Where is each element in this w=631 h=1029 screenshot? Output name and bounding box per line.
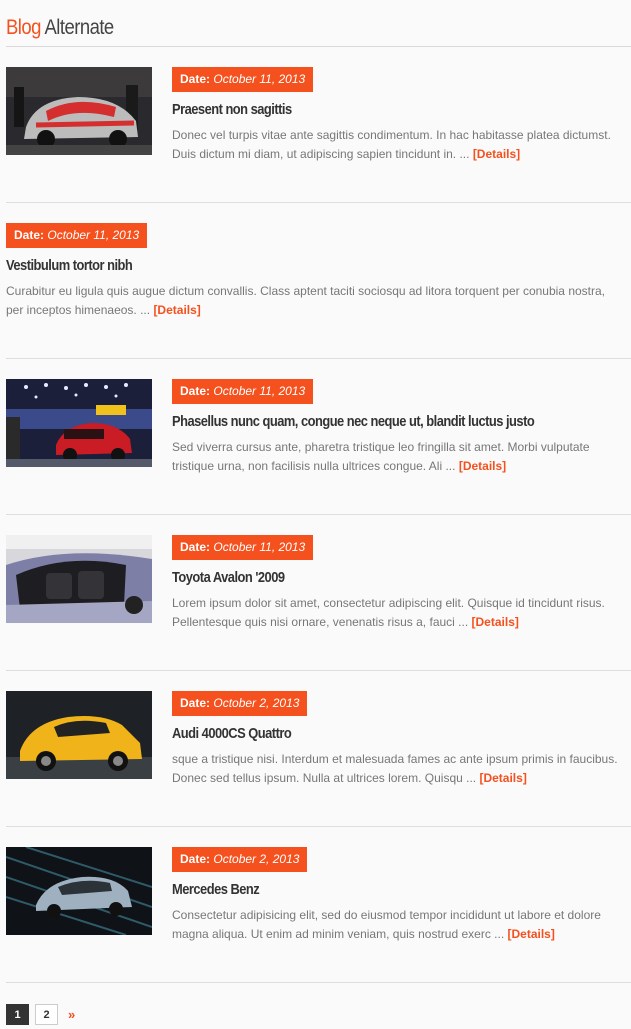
page-title: Blog Alternate — [6, 14, 114, 42]
post-excerpt: Curabitur eu ligula quis augue dictum co… — [6, 282, 625, 320]
blog-post: Date: October 11, 2013 Praesent non sagi… — [6, 67, 631, 203]
blog-post: Date: October 11, 2013 Phasellus nunc qu… — [6, 379, 631, 515]
date-badge: Date: October 11, 2013 — [172, 67, 314, 92]
date-badge: Date: October 2, 2013 — [172, 691, 308, 716]
date-badge: Date: October 11, 2013 — [172, 379, 314, 404]
excerpt-text: Lorem ipsum dolor sit amet, consectetur … — [172, 596, 605, 629]
date-label: Date: — [180, 540, 211, 554]
details-link[interactable]: [Details] — [473, 147, 520, 161]
date-value: October 11, 2013 — [47, 228, 140, 242]
date-value: October 11, 2013 — [213, 384, 306, 398]
post-thumbnail[interactable] — [6, 535, 152, 623]
date-value: October 11, 2013 — [213, 540, 306, 554]
blog-post: Date: October 11, 2013 Toyota Avalon '20… — [6, 535, 631, 671]
post-excerpt: Donec vel turpis vitae ante sagittis con… — [172, 126, 625, 164]
page-title-rest: Alternate — [44, 16, 114, 39]
post-thumbnail[interactable] — [6, 67, 152, 155]
title-divider — [6, 46, 631, 47]
post-body: Date: October 11, 2013 Toyota Avalon '20… — [172, 535, 625, 632]
blog-post: Date: October 2, 2013 Audi 4000CS Quattr… — [6, 691, 631, 827]
next-page-icon[interactable]: » — [64, 1007, 75, 1022]
page-title-accent: Blog — [6, 16, 41, 39]
post-title[interactable]: Toyota Avalon '2009 — [172, 568, 562, 588]
excerpt-text: sque a tristique nisi. Interdum et males… — [172, 752, 618, 785]
details-link[interactable]: [Details] — [459, 459, 506, 473]
page-1-button[interactable]: 1 — [6, 1004, 29, 1025]
date-badge: Date: October 11, 2013 — [6, 223, 148, 248]
post-body: Date: October 2, 2013 Mercedes Benz Cons… — [172, 847, 625, 944]
post-divider — [6, 358, 631, 359]
date-label: Date: — [14, 228, 45, 242]
post-thumbnail[interactable] — [6, 847, 152, 935]
page-2-button[interactable]: 2 — [35, 1004, 58, 1025]
post-title[interactable]: Vestibulum tortor nibh — [6, 256, 538, 276]
post-body: Date: October 11, 2013 Praesent non sagi… — [172, 67, 625, 164]
date-label: Date: — [180, 384, 211, 398]
post-title[interactable]: Audi 4000CS Quattro — [172, 724, 562, 744]
post-title[interactable]: Phasellus nunc quam, congue nec neque ut… — [172, 412, 562, 432]
date-value: October 2, 2013 — [213, 696, 300, 710]
post-body: Date: October 11, 2013 Phasellus nunc qu… — [172, 379, 625, 476]
excerpt-text: Donec vel turpis vitae ante sagittis con… — [172, 128, 611, 161]
date-value: October 2, 2013 — [213, 852, 300, 866]
date-badge: Date: October 2, 2013 — [172, 847, 308, 872]
post-divider — [6, 514, 631, 515]
date-label: Date: — [180, 852, 211, 866]
date-label: Date: — [180, 72, 211, 86]
date-label: Date: — [180, 696, 211, 710]
blog-post: Date: October 2, 2013 Mercedes Benz Cons… — [6, 847, 631, 983]
date-badge: Date: October 11, 2013 — [172, 535, 314, 560]
details-link[interactable]: [Details] — [479, 771, 526, 785]
post-body: Date: October 11, 2013 Vestibulum tortor… — [6, 223, 625, 320]
post-excerpt: Consectetur adipisicing elit, sed do eiu… — [172, 906, 625, 944]
post-body: Date: October 2, 2013 Audi 4000CS Quattr… — [172, 691, 625, 788]
post-excerpt: Lorem ipsum dolor sit amet, consectetur … — [172, 594, 625, 632]
post-divider — [6, 982, 631, 983]
details-link[interactable]: [Details] — [153, 303, 200, 317]
date-value: October 11, 2013 — [213, 72, 306, 86]
post-title[interactable]: Mercedes Benz — [172, 880, 562, 900]
post-thumbnail[interactable] — [6, 691, 152, 779]
details-link[interactable]: [Details] — [472, 615, 519, 629]
post-divider — [6, 826, 631, 827]
post-divider — [6, 670, 631, 671]
post-thumbnail[interactable] — [6, 379, 152, 467]
excerpt-text: Curabitur eu ligula quis augue dictum co… — [6, 284, 606, 317]
post-excerpt: Sed viverra cursus ante, pharetra tristi… — [172, 438, 625, 476]
post-excerpt: sque a tristique nisi. Interdum et males… — [172, 750, 625, 788]
pagination: 1 2 » — [6, 1004, 75, 1025]
excerpt-text: Sed viverra cursus ante, pharetra tristi… — [172, 440, 590, 473]
details-link[interactable]: [Details] — [508, 927, 555, 941]
blog-post: Date: October 11, 2013 Vestibulum tortor… — [6, 223, 631, 359]
post-title[interactable]: Praesent non sagittis — [172, 100, 562, 120]
post-divider — [6, 202, 631, 203]
